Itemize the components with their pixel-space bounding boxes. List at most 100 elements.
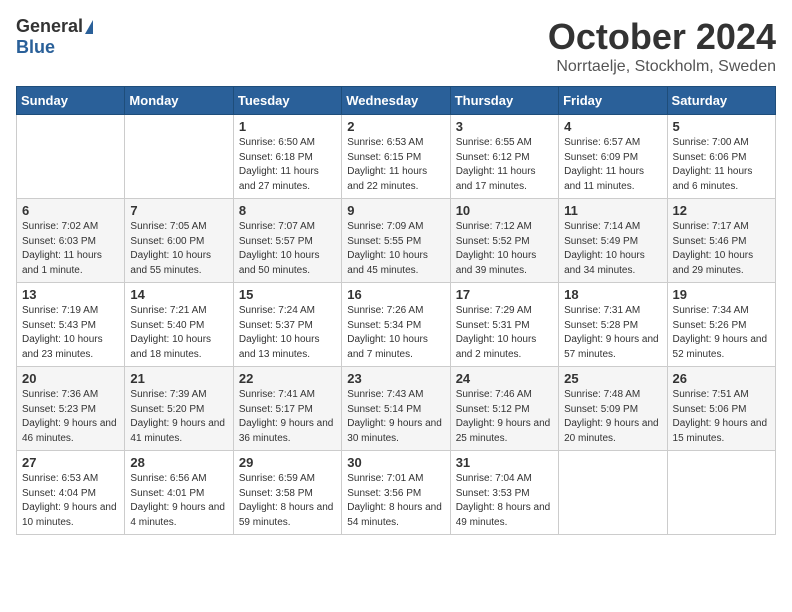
logo-icon — [85, 20, 93, 34]
calendar-cell: 24 Sunrise: 7:46 AM Sunset: 5:12 PM Dayli… — [450, 367, 558, 451]
calendar-cell: 13 Sunrise: 7:19 AM Sunset: 5:43 PM Dayli… — [17, 283, 125, 367]
calendar-cell: 19 Sunrise: 7:34 AM Sunset: 5:26 PM Dayli… — [667, 283, 775, 367]
day-number: 31 — [456, 455, 553, 470]
calendar-day-header: Sunday — [17, 87, 125, 115]
calendar-table: SundayMondayTuesdayWednesdayThursdayFrid… — [16, 86, 776, 535]
calendar-cell: 1Sunrise: 6:50 AM Sunset: 6:18 PM Daylig… — [233, 115, 341, 199]
title-block: October 2024 Norrtaelje, Stockholm, Swed… — [548, 16, 776, 76]
calendar-week-row: 6 Sunrise: 7:02 AM Sunset: 6:03 PM Daylig… — [17, 199, 776, 283]
day-detail: Sunrise: 7:21 AM Sunset: 5:40 PM Dayligh… — [130, 304, 227, 362]
calendar-cell: 16 Sunrise: 7:26 AM Sunset: 5:34 PM Dayli… — [342, 283, 450, 367]
calendar-week-row: 1Sunrise: 6:50 AM Sunset: 6:18 PM Daylig… — [17, 115, 776, 199]
calendar-cell: 9 Sunrise: 7:09 AM Sunset: 5:55 PM Daylig… — [342, 199, 450, 283]
day-number: 26 — [673, 371, 770, 386]
day-detail: Sunrise: 7:41 AM Sunset: 5:17 PM Dayligh… — [239, 388, 336, 446]
calendar-body: 1Sunrise: 6:50 AM Sunset: 6:18 PM Daylig… — [17, 115, 776, 535]
day-detail: Sunrise: 7:51 AM Sunset: 5:06 PM Dayligh… — [673, 388, 770, 446]
day-number: 8 — [239, 203, 336, 218]
calendar-cell: 10 Sunrise: 7:12 AM Sunset: 5:52 PM Dayli… — [450, 199, 558, 283]
calendar-cell: 4Sunrise: 6:57 AM Sunset: 6:09 PM Daylig… — [559, 115, 667, 199]
day-detail: Sunrise: 7:07 AM Sunset: 5:57 PM Dayligh… — [239, 220, 336, 278]
day-number: 9 — [347, 203, 444, 218]
logo-blue: Blue — [16, 37, 55, 58]
day-detail: Sunrise: 7:43 AM Sunset: 5:14 PM Dayligh… — [347, 388, 444, 446]
day-number: 15 — [239, 287, 336, 302]
calendar-cell: 5Sunrise: 7:00 AM Sunset: 6:06 PM Daylig… — [667, 115, 775, 199]
day-number: 29 — [239, 455, 336, 470]
calendar-cell: 8 Sunrise: 7:07 AM Sunset: 5:57 PM Daylig… — [233, 199, 341, 283]
calendar-cell: 11Sunrise: 7:14 AM Sunset: 5:49 PM Dayli… — [559, 199, 667, 283]
day-detail: Sunrise: 7:46 AM Sunset: 5:12 PM Dayligh… — [456, 388, 553, 446]
calendar-week-row: 13 Sunrise: 7:19 AM Sunset: 5:43 PM Dayli… — [17, 283, 776, 367]
day-number: 23 — [347, 371, 444, 386]
day-number: 21 — [130, 371, 227, 386]
calendar-cell: 12Sunrise: 7:17 AM Sunset: 5:46 PM Dayli… — [667, 199, 775, 283]
day-number: 7 — [130, 203, 227, 218]
calendar-cell: 6 Sunrise: 7:02 AM Sunset: 6:03 PM Daylig… — [17, 199, 125, 283]
calendar-cell: 20 Sunrise: 7:36 AM Sunset: 5:23 PM Dayli… — [17, 367, 125, 451]
day-detail: Sunrise: 7:19 AM Sunset: 5:43 PM Dayligh… — [22, 304, 119, 362]
day-number: 2 — [347, 119, 444, 134]
day-detail: Sunrise: 7:04 AM Sunset: 3:53 PM Dayligh… — [456, 472, 553, 530]
day-detail: Sunrise: 7:39 AM Sunset: 5:20 PM Dayligh… — [130, 388, 227, 446]
day-detail: Sunrise: 7:36 AM Sunset: 5:23 PM Dayligh… — [22, 388, 119, 446]
calendar-cell: 28 Sunrise: 6:56 AM Sunset: 4:01 PM Dayli… — [125, 451, 233, 535]
day-number: 30 — [347, 455, 444, 470]
calendar-day-header: Saturday — [667, 87, 775, 115]
day-detail: Sunrise: 7:31 AM Sunset: 5:28 PM Dayligh… — [564, 304, 661, 362]
calendar-day-header: Monday — [125, 87, 233, 115]
calendar-cell: 25 Sunrise: 7:48 AM Sunset: 5:09 PM Dayli… — [559, 367, 667, 451]
day-detail: Sunrise: 6:59 AM Sunset: 3:58 PM Dayligh… — [239, 472, 336, 530]
month-title: October 2024 — [548, 16, 776, 58]
day-detail: Sunrise: 6:50 AM Sunset: 6:18 PM Dayligh… — [239, 136, 336, 194]
calendar-cell — [559, 451, 667, 535]
day-number: 14 — [130, 287, 227, 302]
day-detail: Sunrise: 7:24 AM Sunset: 5:37 PM Dayligh… — [239, 304, 336, 362]
day-detail: Sunrise: 7:12 AM Sunset: 5:52 PM Dayligh… — [456, 220, 553, 278]
day-number: 27 — [22, 455, 119, 470]
day-number: 19 — [673, 287, 770, 302]
day-number: 20 — [22, 371, 119, 386]
day-detail: Sunrise: 7:01 AM Sunset: 3:56 PM Dayligh… — [347, 472, 444, 530]
calendar-cell: 23 Sunrise: 7:43 AM Sunset: 5:14 PM Dayli… — [342, 367, 450, 451]
day-number: 11 — [564, 203, 661, 218]
calendar-cell: 29 Sunrise: 6:59 AM Sunset: 3:58 PM Dayli… — [233, 451, 341, 535]
day-detail: Sunrise: 6:56 AM Sunset: 4:01 PM Dayligh… — [130, 472, 227, 530]
day-detail: Sunrise: 7:26 AM Sunset: 5:34 PM Dayligh… — [347, 304, 444, 362]
calendar-cell: 22 Sunrise: 7:41 AM Sunset: 5:17 PM Dayli… — [233, 367, 341, 451]
day-detail: Sunrise: 7:48 AM Sunset: 5:09 PM Dayligh… — [564, 388, 661, 446]
day-number: 22 — [239, 371, 336, 386]
day-number: 16 — [347, 287, 444, 302]
calendar-header-row: SundayMondayTuesdayWednesdayThursdayFrid… — [17, 87, 776, 115]
day-number: 28 — [130, 455, 227, 470]
calendar-cell: 30 Sunrise: 7:01 AM Sunset: 3:56 PM Dayli… — [342, 451, 450, 535]
calendar-cell: 2Sunrise: 6:53 AM Sunset: 6:15 PM Daylig… — [342, 115, 450, 199]
calendar-cell: 27Sunrise: 6:53 AM Sunset: 4:04 PM Dayli… — [17, 451, 125, 535]
day-detail: Sunrise: 7:17 AM Sunset: 5:46 PM Dayligh… — [673, 220, 770, 278]
day-detail: Sunrise: 6:57 AM Sunset: 6:09 PM Dayligh… — [564, 136, 661, 194]
calendar-cell: 15 Sunrise: 7:24 AM Sunset: 5:37 PM Dayli… — [233, 283, 341, 367]
day-number: 24 — [456, 371, 553, 386]
calendar-week-row: 27Sunrise: 6:53 AM Sunset: 4:04 PM Dayli… — [17, 451, 776, 535]
day-detail: Sunrise: 7:00 AM Sunset: 6:06 PM Dayligh… — [673, 136, 770, 194]
day-number: 6 — [22, 203, 119, 218]
day-detail: Sunrise: 7:09 AM Sunset: 5:55 PM Dayligh… — [347, 220, 444, 278]
calendar-cell: 31 Sunrise: 7:04 AM Sunset: 3:53 PM Dayli… — [450, 451, 558, 535]
day-detail: Sunrise: 7:02 AM Sunset: 6:03 PM Dayligh… — [22, 220, 119, 278]
calendar-cell: 14 Sunrise: 7:21 AM Sunset: 5:40 PM Dayli… — [125, 283, 233, 367]
day-detail: Sunrise: 7:34 AM Sunset: 5:26 PM Dayligh… — [673, 304, 770, 362]
day-number: 10 — [456, 203, 553, 218]
day-detail: Sunrise: 7:29 AM Sunset: 5:31 PM Dayligh… — [456, 304, 553, 362]
calendar-day-header: Tuesday — [233, 87, 341, 115]
calendar-day-header: Wednesday — [342, 87, 450, 115]
calendar-cell: 26 Sunrise: 7:51 AM Sunset: 5:06 PM Dayli… — [667, 367, 775, 451]
calendar-cell: 3Sunrise: 6:55 AM Sunset: 6:12 PM Daylig… — [450, 115, 558, 199]
day-number: 25 — [564, 371, 661, 386]
calendar-cell — [667, 451, 775, 535]
day-number: 13 — [22, 287, 119, 302]
day-number: 18 — [564, 287, 661, 302]
page-header: General Blue October 2024 Norrtaelje, St… — [16, 16, 776, 76]
logo-general: General — [16, 16, 83, 37]
calendar-cell: 7Sunrise: 7:05 AM Sunset: 6:00 PM Daylig… — [125, 199, 233, 283]
logo: General Blue — [16, 16, 93, 58]
